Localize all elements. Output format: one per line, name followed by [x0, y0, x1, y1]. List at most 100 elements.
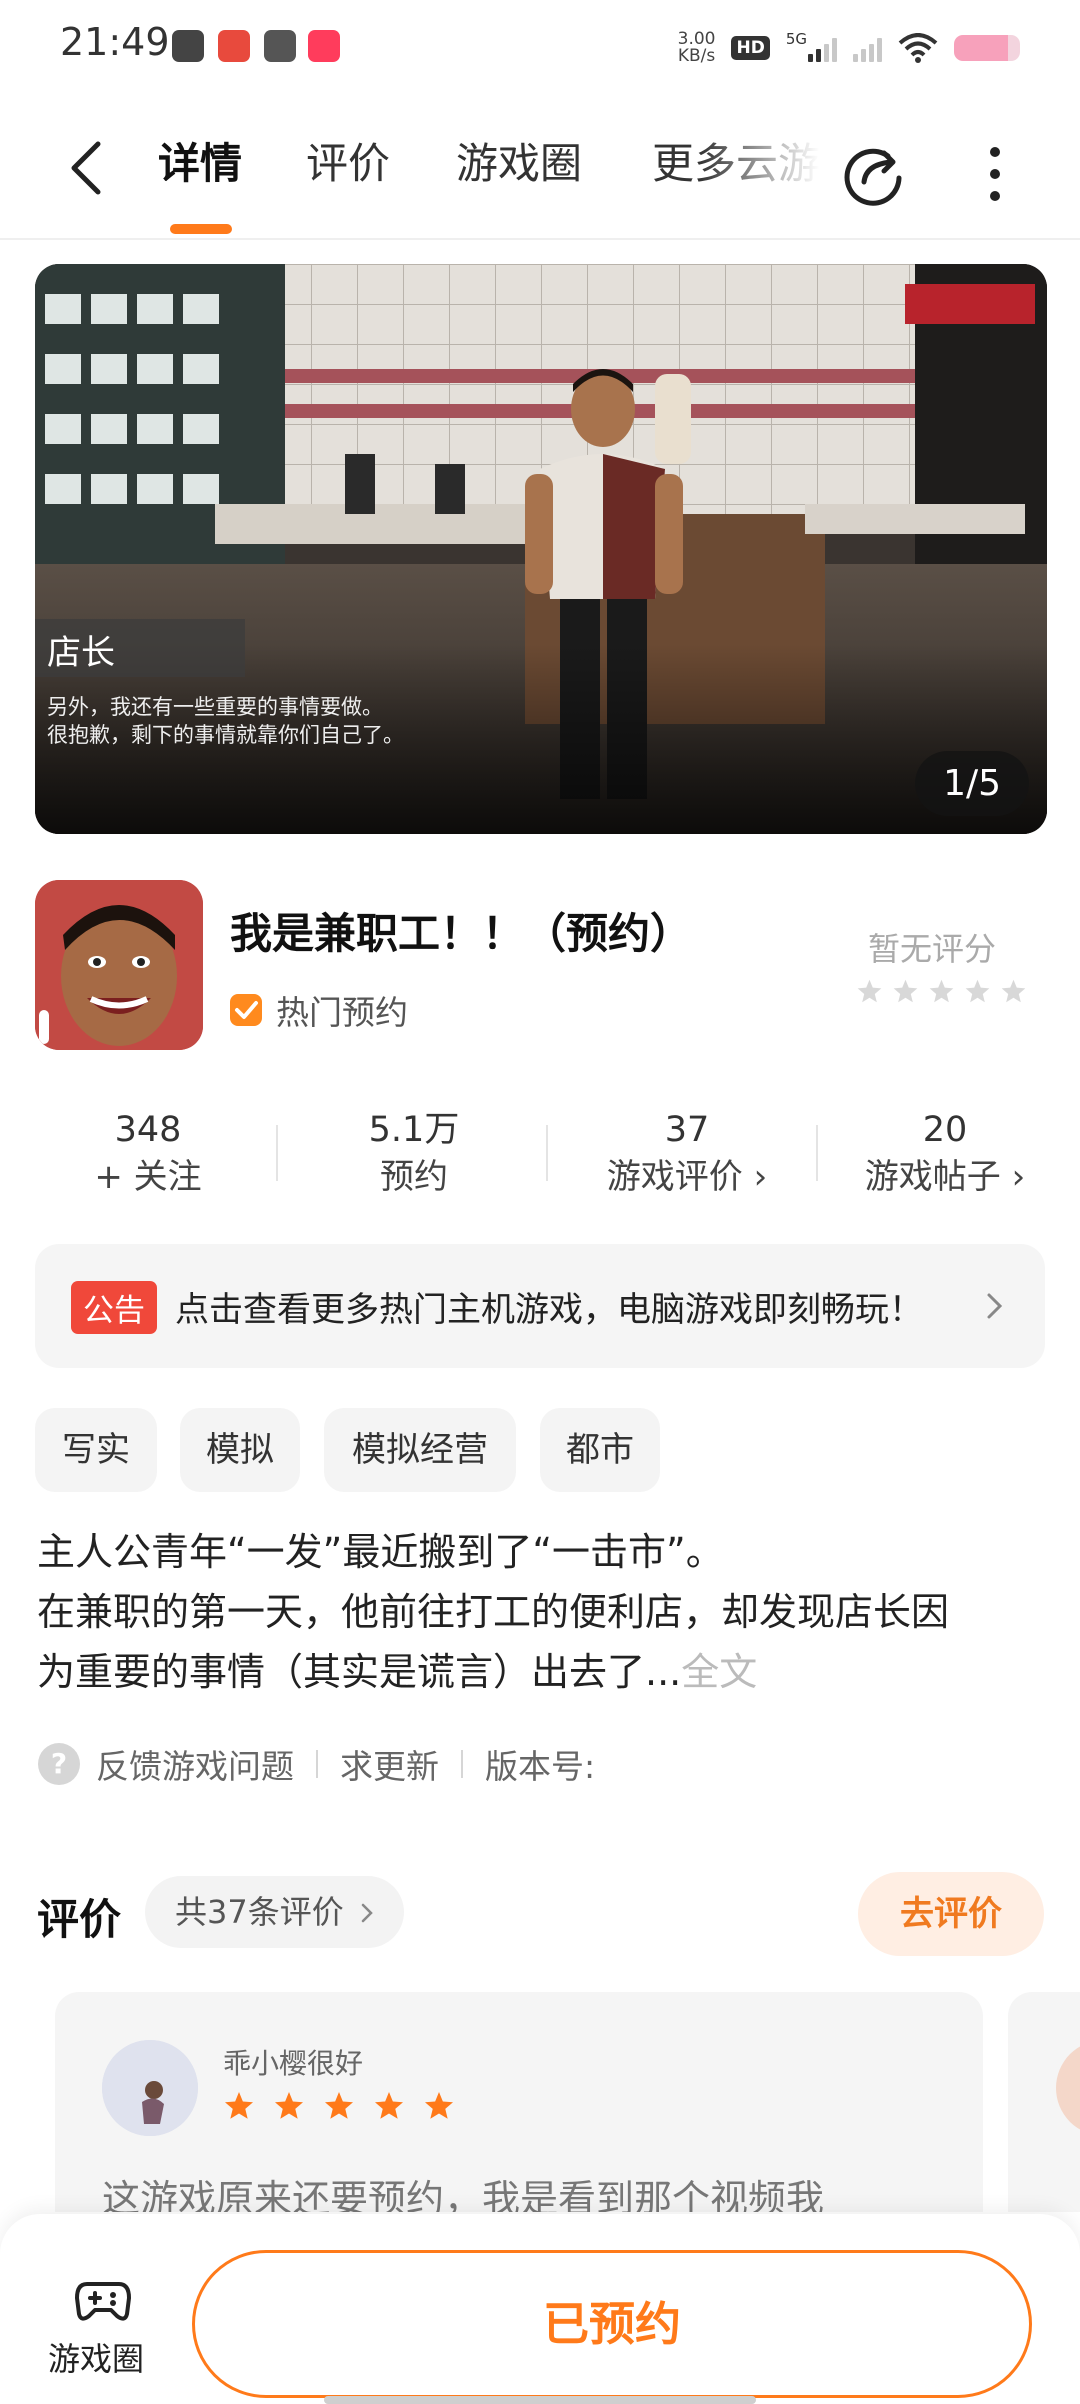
tag-realistic[interactable]: 写实 — [35, 1408, 157, 1492]
empty-star-icon — [893, 979, 918, 1003]
more-options-icon[interactable] — [980, 142, 1010, 206]
expand-full-text-link[interactable]: 全文 — [681, 1650, 757, 1694]
network-speed: 3.00 KB/s — [678, 31, 716, 65]
stat-divider — [276, 1125, 278, 1181]
game-posts-label: 游戏帖子 › — [864, 1157, 1026, 1197]
follow-count: 348 — [114, 1110, 182, 1150]
link-divider — [316, 1750, 318, 1778]
tab-fade-overlay — [700, 126, 840, 206]
message-app-icon — [172, 30, 204, 62]
carousel-counter: 1/5 — [915, 751, 1029, 816]
game-title: 我是兼职工！！（预约） — [230, 909, 693, 958]
hd-voice-badge: HD — [731, 36, 770, 60]
description-line: 为重要的事情（其实是谎言）出去了...全文 — [37, 1642, 1047, 1702]
game-reviews-count: 37 — [664, 1110, 710, 1150]
top-navigation: 详情 评价 游戏圈 更多云游 — [0, 96, 1080, 240]
empty-star-icon — [965, 979, 990, 1003]
empty-star-icon — [929, 979, 954, 1003]
svg-text:店长: 店长 — [47, 633, 115, 673]
no-rating-text: 暂无评分 — [868, 930, 997, 968]
reviewer-avatar — [102, 2040, 198, 2136]
chevron-right-icon — [987, 1293, 1003, 1319]
star-icon — [325, 2092, 353, 2119]
game-icon — [35, 880, 203, 1050]
game-posts-stat[interactable]: 20 游戏帖子 › — [840, 1108, 1050, 1202]
all-reviews-button[interactable]: 共37条评价 — [145, 1876, 404, 1948]
wifi-icon — [898, 33, 938, 63]
signal-icon-secondary — [853, 34, 882, 62]
game-reviews-label: 游戏评价 › — [606, 1157, 768, 1197]
reservation-label: 预约 — [380, 1157, 448, 1197]
review-count-label: 共37条评价 — [175, 1893, 344, 1931]
home-indicator — [324, 2396, 756, 2404]
description-line: 在兼职的第一天，他前往打工的便利店，却发现店长因 — [37, 1590, 950, 1634]
version-label: 版本号: — [485, 1747, 596, 1786]
game-reviews-stat[interactable]: 37 游戏评价 › — [582, 1108, 792, 1202]
status-indicators: 3.00 KB/s HD 5G — [678, 26, 1020, 70]
share-icon[interactable] — [842, 142, 906, 206]
next-review-card[interactable] — [1008, 1992, 1080, 2212]
announcement-banner[interactable]: 公告 点击查看更多热门主机游戏，电脑游戏即刻畅玩！ — [35, 1244, 1045, 1368]
star-icon — [425, 2092, 453, 2119]
game-action-links: ? 反馈游戏问题 求更新 版本号: — [38, 1740, 595, 1788]
reservation-stat: 5.1万 预约 — [324, 1108, 504, 1202]
reviewer-avatar — [1056, 2040, 1080, 2136]
announcement-tag: 公告 — [71, 1281, 157, 1334]
request-update-link[interactable]: 求更新 — [340, 1740, 439, 1788]
stat-divider — [546, 1125, 548, 1181]
network-speed-unit: KB/s — [677, 46, 716, 66]
tab-details[interactable]: 详情 — [158, 136, 242, 192]
back-arrow-icon[interactable] — [62, 138, 112, 198]
battery-icon — [954, 35, 1020, 61]
hot-reservation-badge: 热门预约 — [228, 986, 408, 1034]
follow-stat[interactable]: 348 + 关注 — [58, 1108, 238, 1202]
tab-game-circle[interactable]: 游戏圈 — [456, 136, 582, 192]
tag-urban[interactable]: 都市 — [540, 1408, 660, 1492]
game-circle-label[interactable]: 游戏圈 — [48, 2334, 144, 2380]
signal-icon-5g: 5G — [786, 30, 837, 62]
game-screenshot-carousel[interactable]: 店长 另外，我还有一些重要的事情要做。 很抱歉，剩下的事情就靠你们自己了。 1/… — [35, 264, 1047, 834]
game-description: 主人公青年“一发”最近搬到了“一击市”。 在兼职的第一天，他前往打工的便利店，却… — [37, 1522, 1047, 1702]
svg-text:另外，我还有一些重要的事情要做。: 另外，我还有一些重要的事情要做。 — [47, 695, 383, 719]
status-time: 21:49 — [60, 20, 170, 64]
tag-business-sim[interactable]: 模拟经营 — [324, 1408, 516, 1492]
shopping-app-icon — [218, 30, 250, 62]
game-posts-count: 20 — [922, 1110, 968, 1150]
star-icon — [275, 2092, 303, 2119]
tab-reviews[interactable]: 评价 — [306, 136, 390, 192]
review-rating-stars — [223, 2090, 455, 2122]
empty-rating-stars — [856, 978, 1027, 1005]
chevron-right-icon — [361, 1903, 373, 1923]
description-line: 主人公青年“一发”最近搬到了“一击市”。 — [37, 1530, 724, 1574]
active-tab-indicator — [170, 224, 232, 234]
network-type-label: 5G — [785, 30, 807, 48]
game-screenshot-image: 店长 另外，我还有一些重要的事情要做。 很抱歉，剩下的事情就靠你们自己了。 — [35, 264, 1047, 834]
svg-text:很抱歉，剩下的事情就靠你们自己了。: 很抱歉，剩下的事情就靠你们自己了。 — [47, 723, 404, 747]
description-text: 为重要的事情（其实是谎言）出去了... — [37, 1650, 682, 1694]
write-review-button[interactable]: 去评价 — [858, 1872, 1044, 1956]
review-card[interactable]: 乖小樱很好 这游戏原来还要预约，我是看到那个视频我 — [55, 1992, 983, 2212]
star-icon — [375, 2092, 403, 2119]
reviews-section-title: 评价 — [37, 1895, 122, 1944]
empty-star-icon — [857, 979, 882, 1003]
tag-simulation[interactable]: 模拟 — [180, 1408, 300, 1492]
feedback-link[interactable]: 反馈游戏问题 — [96, 1740, 294, 1788]
follow-label: + 关注 — [94, 1157, 202, 1197]
link-divider — [461, 1750, 463, 1778]
hot-reservation-label: 热门预约 — [276, 993, 408, 1032]
reservation-count: 5.1万 — [368, 1110, 460, 1150]
reviewer-name: 乖小樱很好 — [223, 2047, 364, 2080]
question-icon: ? — [38, 1743, 80, 1785]
stat-divider — [816, 1125, 818, 1181]
reserved-button[interactable]: 已预约 — [192, 2250, 1032, 2398]
status-bar: 21:49 3.00 KB/s HD 5G — [0, 0, 1080, 96]
announcement-text: 点击查看更多热门主机游戏，电脑游戏即刻畅玩！ — [175, 1290, 923, 1330]
verified-check-icon — [230, 994, 262, 1026]
game-controller-icon[interactable] — [75, 2276, 131, 2326]
star-icon — [225, 2092, 253, 2119]
review-text: 这游戏原来还要预约，我是看到那个视频我 — [102, 2177, 825, 2212]
video-app-icon — [308, 30, 340, 62]
bottom-action-bar: 游戏圈 已预约 — [0, 2214, 1080, 2404]
empty-star-icon — [1001, 979, 1026, 1003]
app-notification-icon — [264, 30, 296, 62]
